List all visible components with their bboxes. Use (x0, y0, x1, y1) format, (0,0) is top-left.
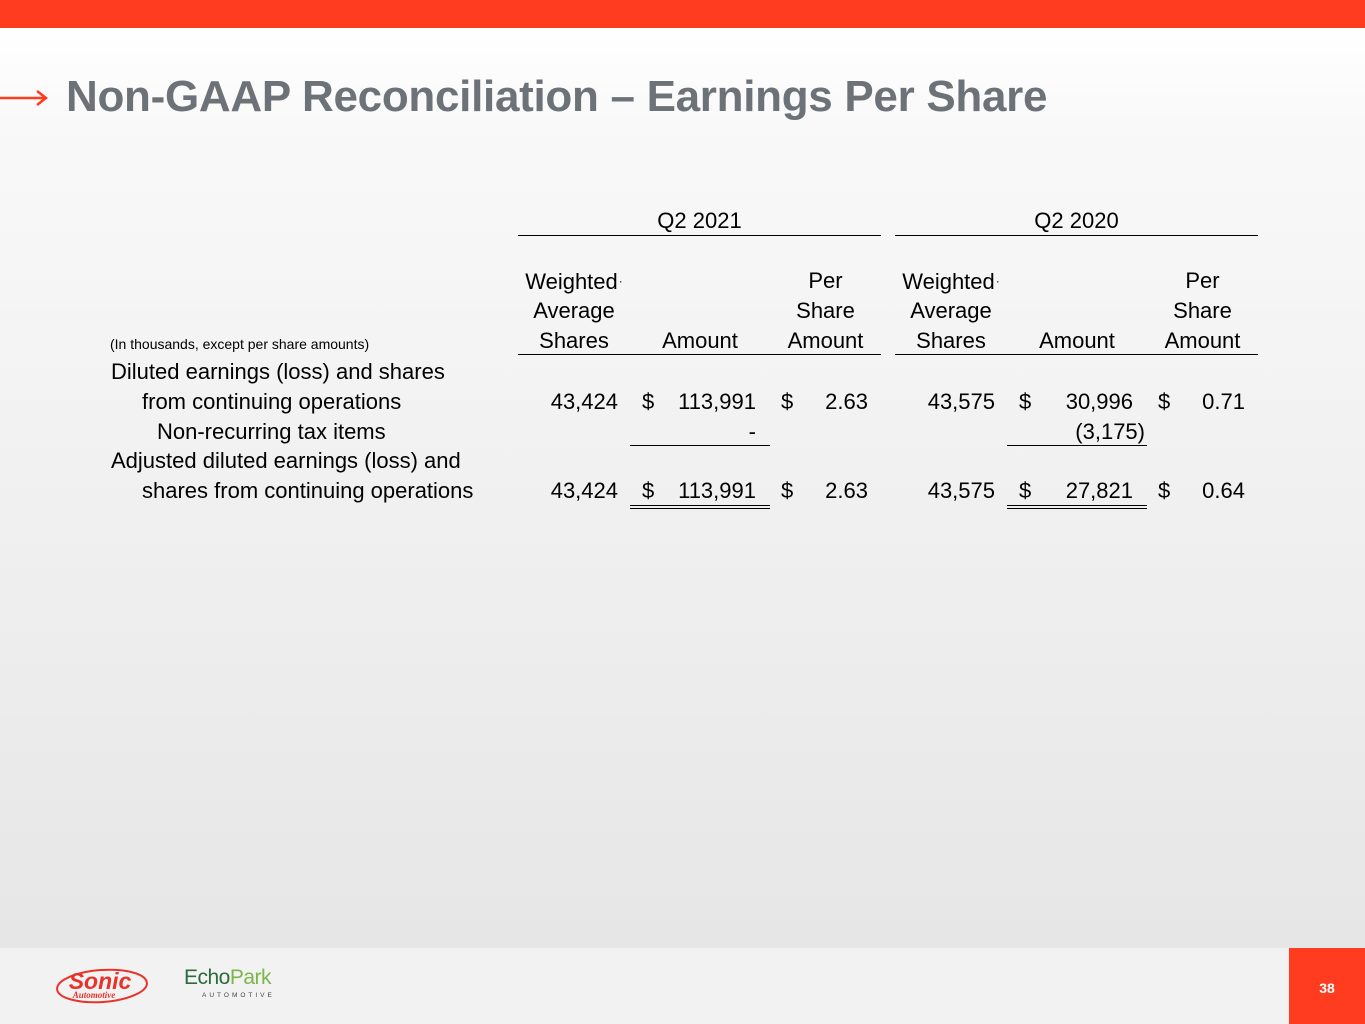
subtotal-underline (1007, 445, 1147, 446)
cell-currency: $ (781, 478, 794, 503)
col-header-per-share: Per (808, 268, 843, 293)
col-header-shares: Average (910, 298, 992, 323)
period-underline (518, 235, 881, 236)
cell-currency: $ (642, 389, 655, 414)
arrow-right-icon (0, 90, 49, 106)
cell-shares: 43,424 (550, 389, 618, 414)
col-header-per-share: Share (1173, 298, 1232, 323)
col-header-shares: Weighted· (902, 269, 1000, 294)
row-label: Non-recurring tax items (157, 419, 386, 444)
total-double-underline (630, 505, 770, 509)
period-header-q2-2021: Q2 2021 (657, 208, 742, 233)
echopark-automotive-logo: EchoPark AUTOMOTIVE (184, 966, 280, 1002)
cell-amount: 27,821 (1065, 478, 1133, 503)
sonic-logo-sub: Automotive (72, 990, 116, 1000)
page-number: 38 (1289, 948, 1365, 1024)
cell-amount: 30,996 (1065, 389, 1133, 414)
cell-shares: 43,575 (927, 478, 995, 503)
period-underline (895, 235, 1258, 236)
cell-shares: 43,575 (927, 389, 995, 414)
total-double-underline (1007, 505, 1147, 509)
header-underline (518, 354, 881, 355)
row-label: from continuing operations (142, 389, 402, 414)
cell-amount: (3,175) (1075, 419, 1145, 444)
col-header-per-share: Per (1185, 268, 1220, 293)
cell-currency: $ (642, 478, 655, 503)
cell-per-share: 2.63 (825, 478, 868, 503)
col-header-shares: Shares (916, 328, 986, 353)
page-title: Non-GAAP Reconciliation – Earnings Per S… (66, 72, 1048, 121)
table-note: (In thousands, except per share amounts) (110, 336, 370, 352)
row-label: Adjusted diluted earnings (loss) and (111, 448, 461, 473)
echopark-logo-sub: AUTOMOTIVE (202, 992, 275, 999)
cell-shares: 43,424 (550, 478, 618, 503)
cell-per-share: 2.63 (825, 389, 868, 414)
period-header-q2-2020: Q2 2020 (1034, 208, 1119, 233)
cell-currency: $ (781, 389, 794, 414)
cell-currency: $ (1158, 389, 1171, 414)
col-header-shares: Average (533, 298, 615, 323)
col-header-per-share: Amount (787, 328, 864, 353)
col-header-per-share: Share (796, 298, 855, 323)
row-label: shares from continuing operations (142, 478, 474, 503)
sonic-automotive-logo: Sonic Automotive (56, 968, 148, 1004)
subtotal-underline (630, 445, 770, 446)
col-header-amount: Amount (1039, 328, 1115, 353)
cell-currency: $ (1019, 478, 1032, 503)
echopark-logo-word: EchoPark (184, 966, 272, 989)
row-label: Diluted earnings (loss) and shares (111, 359, 445, 384)
cell-amount: 113,991 (678, 478, 756, 503)
col-header-amount: Amount (662, 328, 738, 353)
cell-per-share: 0.64 (1202, 478, 1245, 503)
col-header-per-share: Amount (1164, 328, 1241, 353)
col-header-shares: Shares (539, 328, 609, 353)
header-underline (895, 354, 1258, 355)
cell-currency: $ (1019, 389, 1032, 414)
cell-currency: $ (1158, 478, 1171, 503)
cell-amount: 113,991 (678, 389, 756, 414)
cell-amount: - (748, 419, 756, 444)
cell-per-share: 0.71 (1202, 389, 1245, 414)
top-accent-bar (0, 0, 1365, 28)
col-header-shares: Weighted· (525, 269, 623, 294)
